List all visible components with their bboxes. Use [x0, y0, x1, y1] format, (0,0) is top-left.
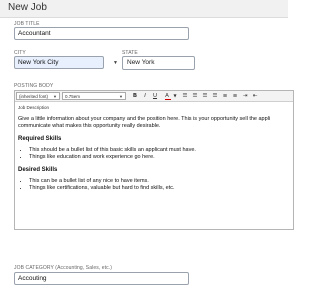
list-item: This can be a bullet list of any nice to…: [29, 178, 290, 185]
chevron-down-icon: ▼: [113, 60, 118, 66]
align-justify-icon[interactable]: ☰: [211, 92, 219, 100]
job-category-input[interactable]: [14, 272, 189, 285]
intro-paragraph: Give a little information about your com…: [18, 116, 271, 129]
posting-body-label: POSTING BODY: [14, 83, 54, 89]
list-item: This should be a bullet list of this bas…: [29, 147, 290, 154]
list-item: Things like education and work experienc…: [29, 154, 290, 161]
italic-icon[interactable]: I: [141, 92, 149, 100]
editor-toolbar: (inherited font) ▼ 0.75em ▼ B I U A ▼ ☰ …: [15, 91, 293, 102]
font-family-select[interactable]: (inherited font) ▼: [16, 92, 60, 100]
job-title-input[interactable]: [14, 27, 189, 40]
indent-icon[interactable]: ⇥: [241, 92, 249, 100]
align-right-icon[interactable]: ☰: [201, 92, 209, 100]
bold-icon[interactable]: B: [131, 92, 139, 100]
required-skills-heading: Required Skills: [18, 136, 62, 142]
required-skills-list: This should be a bullet list of this bas…: [18, 147, 290, 161]
numbered-list-icon[interactable]: ≡: [231, 92, 239, 100]
state-select-value: New York: [122, 56, 195, 70]
chevron-down-icon[interactable]: ▼: [171, 92, 179, 100]
align-left-icon[interactable]: ☰: [181, 92, 189, 100]
rich-text-editor[interactable]: (inherited font) ▼ 0.75em ▼ B I U A ▼ ☰ …: [14, 90, 294, 230]
chevron-down-icon: ▼: [53, 94, 57, 99]
outdent-icon[interactable]: ⇤: [251, 92, 259, 100]
job-category-label: JOB CATEGORY (Accounting, Sales, etc.): [14, 265, 113, 271]
page-header: New Job: [0, 0, 288, 18]
list-item: Things like certifications, valuable but…: [29, 185, 290, 192]
font-family-value: (inherited font): [19, 94, 49, 99]
align-center-icon[interactable]: ☰: [191, 92, 199, 100]
font-size-value: 0.75em: [65, 94, 81, 99]
underline-icon[interactable]: U: [151, 92, 159, 100]
editor-content[interactable]: Job Description Give a little informatio…: [18, 104, 290, 192]
content-caption: Job Description: [18, 105, 50, 110]
page-title: New Job: [8, 2, 47, 13]
desired-skills-list: This can be a bullet list of any nice to…: [18, 178, 290, 192]
font-size-select[interactable]: 0.75em ▼: [62, 92, 126, 100]
desired-skills-heading: Desired Skills: [18, 167, 58, 173]
chevron-down-icon: ▼: [119, 94, 123, 99]
city-input[interactable]: [14, 56, 104, 69]
bullet-list-icon[interactable]: ≡: [221, 92, 229, 100]
